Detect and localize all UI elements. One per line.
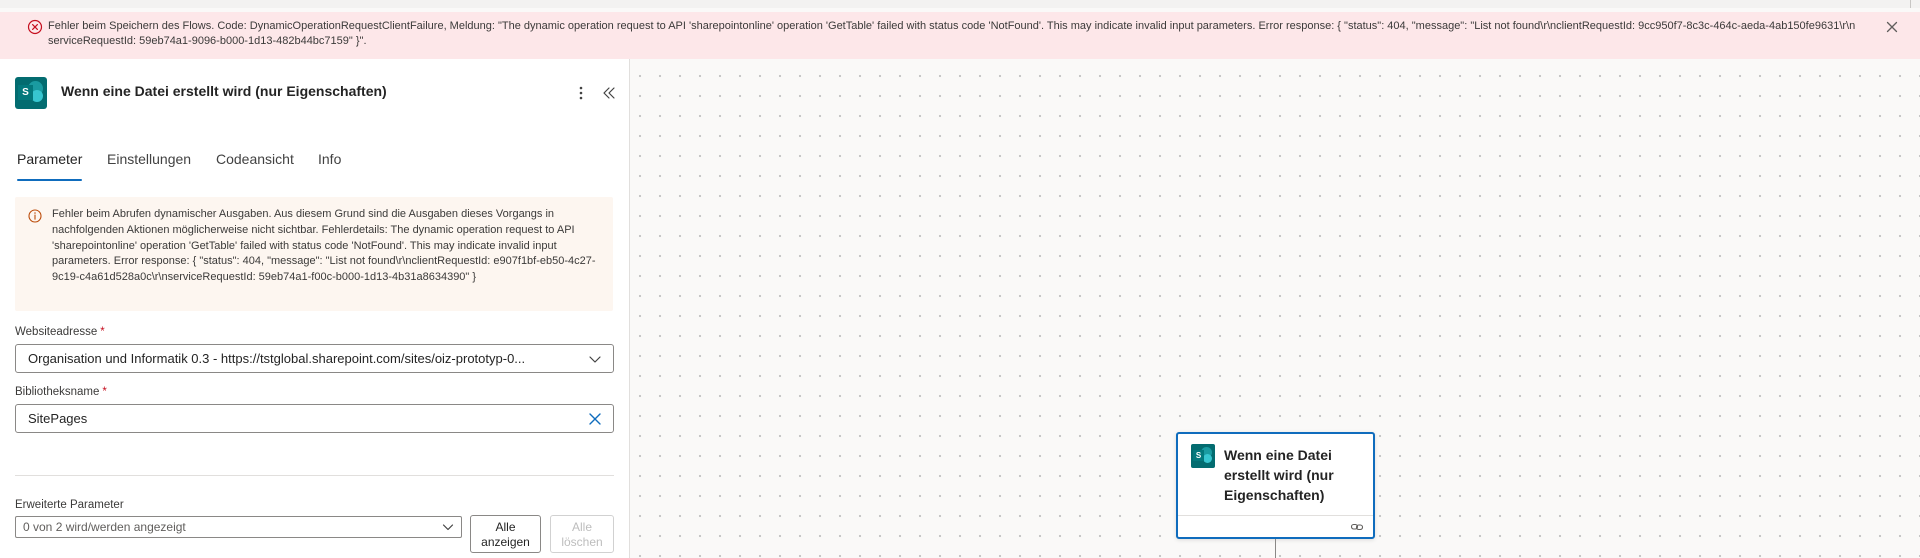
- tab-parameter[interactable]: Parameter: [17, 151, 82, 167]
- chevron-down-icon: [589, 356, 601, 363]
- trigger-node-footer: [1178, 515, 1373, 537]
- show-all-button[interactable]: Alle anzeigen: [470, 515, 541, 553]
- advanced-parameters-dropdown[interactable]: 0 von 2 wird/werden angezeigt: [15, 516, 462, 538]
- warning-message-text: Fehler beim Abrufen dynamischer Ausgaben…: [52, 208, 596, 284]
- chevron-double-left-icon[interactable]: [601, 85, 617, 101]
- library-name-label: Bibliotheksname *: [15, 386, 107, 398]
- advanced-parameters-value: 0 von 2 wird/werden angezeigt: [23, 520, 186, 534]
- active-tab-indicator: [17, 179, 82, 181]
- error-banner-message: Fehler beim Speichern des Flows. Code: D…: [48, 20, 1856, 47]
- node-connector-line: [1275, 539, 1276, 558]
- clear-all-label-line1: Alle: [571, 520, 592, 534]
- properties-panel: S Wenn eine Datei erstellt wird (nur Eig…: [0, 59, 630, 558]
- error-circle-icon: [27, 19, 43, 35]
- close-icon[interactable]: [1884, 19, 1900, 35]
- panel-title: Wenn eine Datei erstellt wird (nur Eigen…: [61, 83, 387, 99]
- more-vertical-icon[interactable]: [573, 85, 589, 101]
- clear-all-button[interactable]: Alle löschen: [550, 515, 614, 553]
- sharepoint-icon: S: [1191, 444, 1215, 468]
- library-name-field[interactable]: SitePages: [15, 404, 614, 433]
- trigger-node[interactable]: S Wenn eine Datei erstellt wird (nur Eig…: [1176, 432, 1375, 539]
- top-strip: [0, 0, 1920, 8]
- site-address-label: Websiteadresse *: [15, 326, 105, 338]
- sharepoint-logo-letter: S: [1193, 450, 1204, 461]
- section-divider: [15, 475, 614, 476]
- tab-info[interactable]: Info: [318, 151, 341, 167]
- tab-einstellungen[interactable]: Einstellungen: [107, 151, 191, 167]
- chevron-down-icon: [442, 524, 454, 531]
- sharepoint-logo-letter: S: [18, 85, 33, 100]
- required-mark: *: [102, 386, 107, 398]
- site-address-value: Organisation und Informatik 0.3 - https:…: [28, 351, 526, 366]
- show-all-label-line2: anzeigen: [481, 535, 530, 549]
- sharepoint-icon: S: [15, 77, 47, 109]
- tab-codeansicht[interactable]: Codeansicht: [216, 151, 294, 167]
- link-icon[interactable]: [1350, 520, 1364, 534]
- trigger-node-title: Wenn eine Datei erstellt wird (nur Eigen…: [1224, 447, 1334, 503]
- show-all-label-line1: Alle: [495, 520, 516, 534]
- panel-header: S Wenn eine Datei erstellt wird (nur Eig…: [15, 77, 615, 109]
- site-address-dropdown[interactable]: Organisation und Informatik 0.3 - https:…: [15, 344, 614, 373]
- error-banner: Fehler beim Speichern des Flows. Code: D…: [0, 12, 1920, 59]
- clear-icon[interactable]: [587, 411, 603, 427]
- library-name-value: SitePages: [28, 411, 88, 426]
- top-strip-corner: [1910, 0, 1920, 8]
- library-name-label-text: Bibliotheksname: [15, 386, 100, 398]
- site-address-label-text: Websiteadresse: [15, 326, 98, 338]
- required-mark: *: [100, 326, 105, 338]
- warning-message-bar: Fehler beim Abrufen dynamischer Ausgaben…: [15, 197, 613, 311]
- advanced-parameters-label: Erweiterte Parameter: [15, 499, 124, 511]
- clear-all-label-line2: löschen: [561, 535, 603, 549]
- info-icon: [28, 209, 42, 223]
